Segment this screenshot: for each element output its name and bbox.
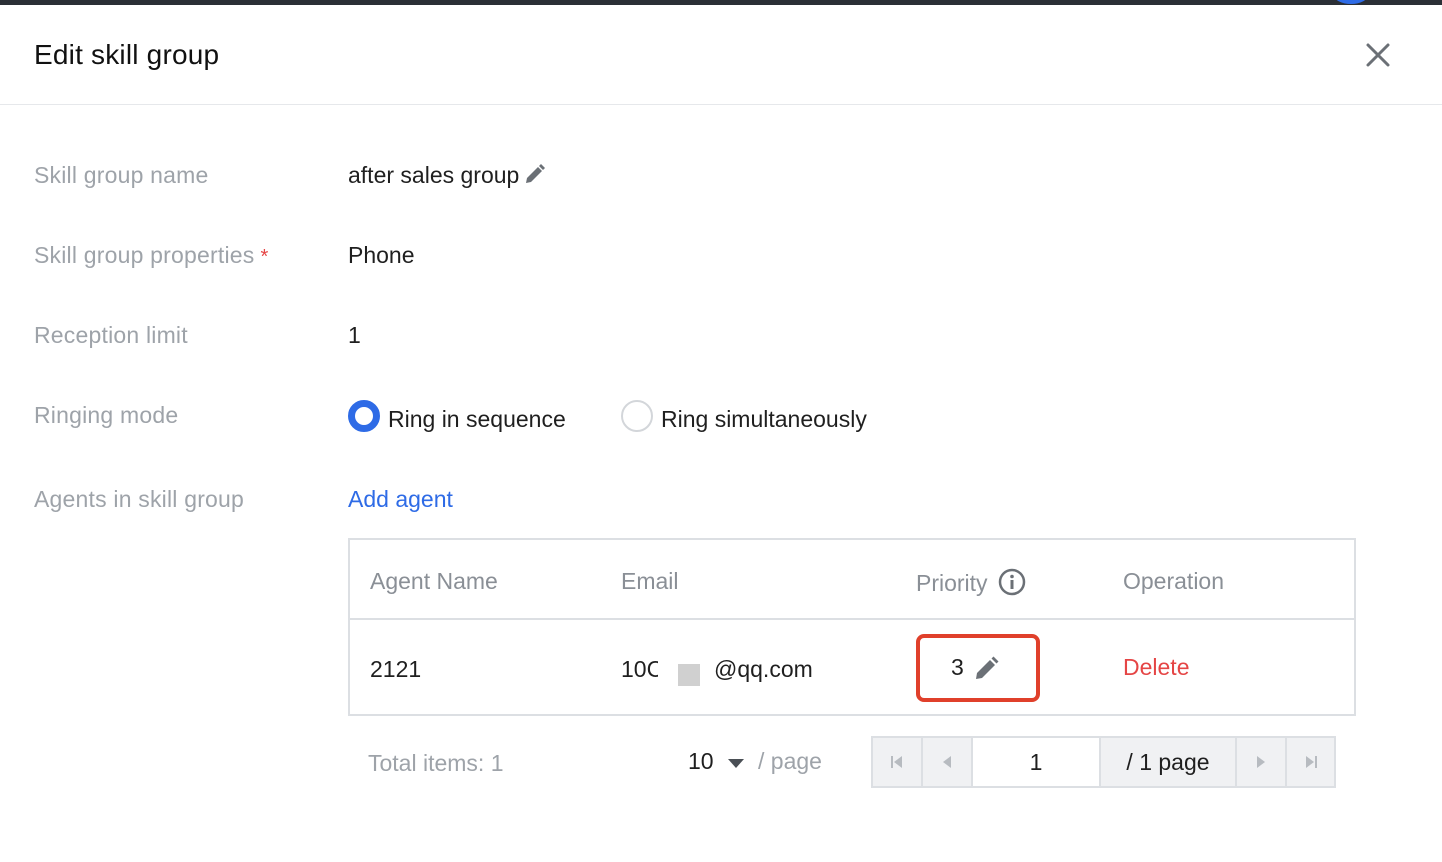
next-page-icon — [1257, 756, 1265, 768]
total-items-label: Total items: — [368, 750, 485, 776]
info-icon[interactable] — [998, 568, 1026, 596]
radio-ring-in-sequence[interactable]: Ring in sequence — [348, 398, 566, 433]
reception-limit-value: 1 — [348, 322, 361, 348]
skill-group-properties-value: Phone — [348, 242, 415, 268]
skill-group-properties-text: Skill group properties — [34, 242, 255, 268]
last-page-button[interactable] — [1287, 738, 1334, 786]
email-redaction-block — [678, 664, 700, 686]
reception-limit-label: Reception limit — [34, 322, 188, 348]
cell-priority-value: 3 — [951, 654, 964, 680]
column-priority: Priority — [916, 568, 1026, 597]
close-icon[interactable] — [1362, 39, 1394, 71]
page-number-input[interactable]: 1 — [973, 738, 1101, 786]
column-agent-name: Agent Name — [370, 568, 498, 594]
radio-ring-simultaneously[interactable]: Ring simultaneously — [621, 398, 867, 433]
total-pages-label: / 1 page — [1101, 738, 1237, 786]
skill-group-name-label: Skill group name — [34, 162, 209, 188]
radio-selected-indicator — [348, 399, 380, 432]
prev-page-icon — [943, 756, 951, 768]
first-page-icon — [891, 756, 902, 768]
table-row: 2121 10C @qq.com — [350, 620, 1354, 714]
radio-ring-simultaneously-label: Ring simultaneously — [661, 406, 867, 432]
next-page-button[interactable] — [1237, 738, 1287, 786]
column-priority-text: Priority — [916, 570, 988, 596]
pagination-control: 1 / 1 page — [871, 736, 1336, 788]
total-items: Total items: 1 — [368, 750, 504, 777]
radio-unselected-indicator — [621, 399, 653, 432]
skill-group-name-text: after sales group — [348, 162, 520, 188]
cell-agent-name: 2121 — [370, 656, 422, 682]
radio-ring-in-sequence-label: Ring in sequence — [388, 406, 566, 432]
dialog-title: Edit skill group — [34, 39, 220, 70]
table-header: Agent Name Email Priority Operation — [350, 540, 1354, 620]
dialog-header: Edit skill group — [0, 5, 1442, 105]
required-mark: * — [260, 246, 269, 268]
column-operation: Operation — [1123, 568, 1225, 594]
delete-button[interactable]: Delete — [1123, 654, 1189, 681]
first-page-button[interactable] — [873, 738, 923, 786]
cell-email-suffix: @qq.com — [714, 656, 813, 682]
add-agent-link[interactable]: Add agent — [348, 486, 453, 513]
cell-email-prefix: 10C — [621, 656, 664, 682]
per-page-label: / page — [758, 748, 822, 774]
last-page-icon — [1305, 756, 1317, 768]
prev-page-button[interactable] — [923, 738, 973, 786]
page-size-select[interactable]: 10 — [688, 748, 744, 775]
column-email: Email — [621, 568, 679, 594]
edit-priority-icon[interactable] — [972, 655, 1000, 683]
agents-in-skill-group-label: Agents in skill group — [34, 486, 245, 512]
agents-table: Agent Name Email Priority Operation 2121… — [348, 538, 1356, 716]
page-size-value: 10 — [688, 748, 714, 774]
ringing-mode-label: Ringing mode — [34, 402, 179, 428]
skill-group-properties-label: Skill group properties * — [34, 242, 268, 269]
edit-name-icon[interactable] — [523, 162, 547, 186]
chevron-down-icon — [727, 759, 744, 768]
total-items-value: 1 — [490, 750, 504, 776]
skill-group-name-value: after sales group — [348, 162, 547, 189]
